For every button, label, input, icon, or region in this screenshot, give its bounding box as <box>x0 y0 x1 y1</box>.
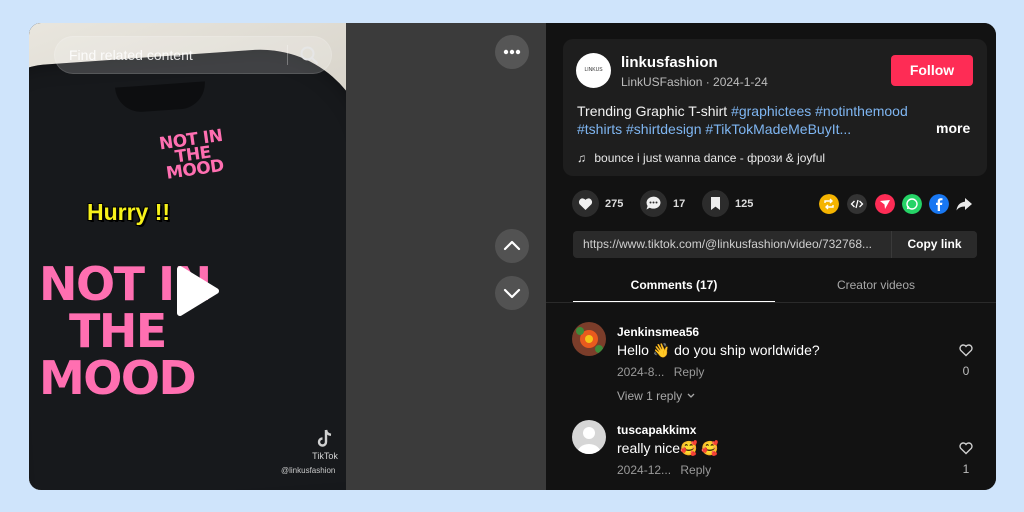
like-circle <box>572 190 599 217</box>
description-more-button[interactable]: more <box>936 120 970 136</box>
music-note-icon: ♫ <box>577 151 586 165</box>
whatsapp-icon[interactable] <box>902 194 922 214</box>
like-count: 275 <box>605 198 624 210</box>
comment-meta: 2024-8... Reply <box>617 365 704 379</box>
facebook-icon[interactable] <box>929 194 949 214</box>
search-divider <box>287 45 288 65</box>
tabs: Comments (17) Creator videos <box>573 271 977 303</box>
video-caption-overlay: Hurry !! <box>87 199 171 225</box>
video-player[interactable]: NOT IN THE MOOD NOT IN THE MOOD Hurry !!… <box>29 23 346 490</box>
chevron-up-icon <box>503 240 521 251</box>
repost-icon[interactable] <box>819 194 839 214</box>
play-icon[interactable] <box>174 265 220 317</box>
hashtag-link[interactable]: #notinthemood <box>815 103 908 119</box>
comment-like-icon[interactable] <box>956 342 976 358</box>
tab-comments[interactable]: Comments (17) <box>573 271 775 303</box>
comment-like-icon[interactable] <box>956 440 976 456</box>
print-line: MOOD <box>39 351 197 405</box>
commenter-avatar[interactable] <box>572 322 606 356</box>
comment-date: 2024-8... <box>617 365 665 379</box>
details-panel: LINKUS FASHION linkusfashion LinkUSFashi… <box>546 23 996 490</box>
video-link-box: https://www.tiktok.com/@linkusfashion/vi… <box>573 231 977 258</box>
print-line: THE <box>69 304 167 358</box>
video-url-field[interactable]: https://www.tiktok.com/@linkusfashion/vi… <box>583 231 889 258</box>
music-title[interactable]: bounce i just wanna dance - фрози & joyf… <box>594 151 825 165</box>
hashtag-link[interactable]: #TikTokMadeMeBuyIt... <box>705 121 851 137</box>
search-icon[interactable] <box>299 45 319 65</box>
save-count: 125 <box>735 198 754 210</box>
music-link[interactable]: ♫ bounce i just wanna dance - фрози & jo… <box>577 151 825 165</box>
view-replies-button[interactable]: View 1 reply <box>617 389 696 403</box>
view-replies-label: View 1 reply <box>617 389 683 403</box>
share-arrow-icon[interactable] <box>954 194 974 214</box>
comment-date: 2024-12... <box>617 463 672 477</box>
chevron-down-icon <box>687 393 694 398</box>
comment-username[interactable]: tuscapakkimx <box>617 423 696 437</box>
search-input[interactable]: Find related content <box>69 37 283 73</box>
print-line: NOT IN <box>39 257 212 311</box>
hashtag-link[interactable]: #shirtdesign <box>626 121 702 137</box>
next-video-button[interactable] <box>495 276 529 310</box>
tiktok-logo-icon <box>317 429 332 447</box>
heart-icon <box>578 198 593 210</box>
reply-button[interactable]: Reply <box>674 365 705 379</box>
hashtag-link[interactable]: #graphictees <box>731 103 811 119</box>
video-area: NOT IN THE MOOD NOT IN THE MOOD Hurry !!… <box>29 23 546 490</box>
comment-count: 17 <box>673 198 686 210</box>
comment-text: really nice🥰 🥰 <box>617 440 719 456</box>
comment-like-count: 0 <box>962 364 970 378</box>
save-circle <box>702 190 729 217</box>
tiktok-window: NOT IN THE MOOD NOT IN THE MOOD Hurry !!… <box>29 23 996 490</box>
search-bar[interactable]: Find related content <box>54 36 332 74</box>
chevron-down-icon <box>503 288 521 299</box>
copy-link-button[interactable]: Copy link <box>891 231 977 258</box>
more-options-button[interactable] <box>495 35 529 69</box>
comment-meta: 2024-12... Reply <box>617 463 711 477</box>
commenter-avatar[interactable] <box>572 420 606 454</box>
video-info-card: LINKUS FASHION linkusfashion LinkUSFashi… <box>563 39 987 176</box>
author-username[interactable]: linkusfashion <box>621 54 718 71</box>
comment-text: Hello 👋 do you ship worldwide? <box>617 342 820 358</box>
tabs-divider <box>546 302 996 303</box>
previous-video-button[interactable] <box>495 229 529 263</box>
video-description: Trending Graphic T-shirt #graphictees #n… <box>577 102 929 138</box>
comment-like-count: 1 <box>962 462 970 476</box>
more-dots-icon <box>503 49 521 55</box>
comment-bubble-icon <box>646 196 661 210</box>
follow-button[interactable]: Follow <box>891 55 973 86</box>
action-bar: 275 17 125 <box>572 190 972 220</box>
watermark-text: TikTok <box>312 451 338 461</box>
tiktok-watermark: TikTok <box>307 429 343 461</box>
hashtag-link[interactable]: #tshirts <box>577 121 622 137</box>
shirt-print-small: NOT IN THE MOOD <box>157 125 226 184</box>
send-icon[interactable] <box>875 194 895 214</box>
reply-button[interactable]: Reply <box>680 463 711 477</box>
tab-creator-videos[interactable]: Creator videos <box>775 271 977 303</box>
embed-icon[interactable] <box>847 194 867 214</box>
description-text: Trending Graphic T-shirt <box>577 103 728 119</box>
shirt-print-big: NOT IN THE MOOD <box>39 261 269 402</box>
bookmark-icon <box>711 197 720 210</box>
comment-circle <box>640 190 667 217</box>
watermark-handle: @linkusfashion <box>281 466 336 475</box>
author-meta: LinkUSFashion · 2024-1-24 <box>621 75 768 89</box>
comment-username[interactable]: Jenkinsmea56 <box>617 325 699 339</box>
author-avatar[interactable]: LINKUS FASHION <box>576 53 611 88</box>
shirt-collar <box>115 81 207 114</box>
